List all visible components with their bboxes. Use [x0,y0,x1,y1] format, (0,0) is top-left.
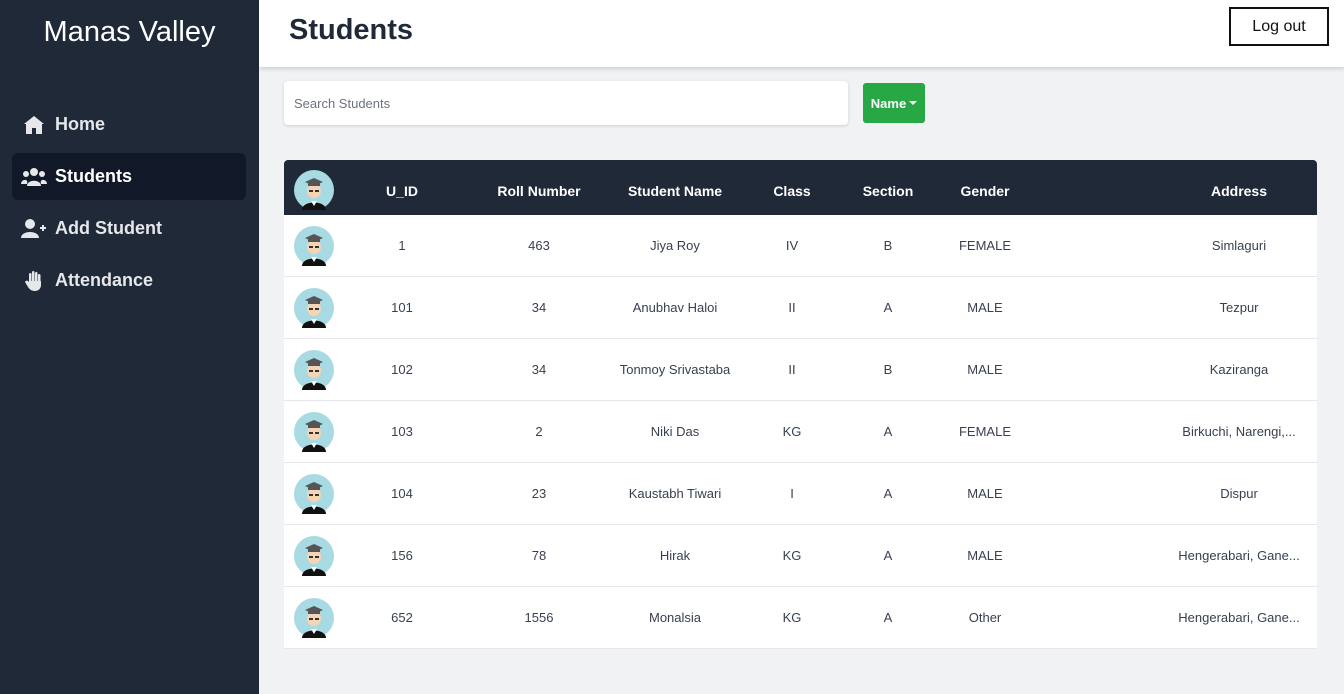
column-header-roll-number: Roll Number [497,183,581,199]
cell-section: A [883,300,893,315]
name-filter-label: Name [870,95,907,111]
cell-roll-number: 34 [531,362,547,377]
cell-address: Hengerabari, Gane... [1178,548,1300,563]
cell-student-name: Monalsia [648,610,702,625]
cell-roll-number: 34 [531,300,547,315]
search-box [284,81,848,125]
cell-student-name: Hirak [659,548,691,563]
cell-address: Dispur [1220,486,1258,501]
cell-student-name: Niki Das [650,424,700,439]
cell-class: KG [782,424,802,439]
column-header-address: Address [1210,183,1268,199]
sidebar-item-label: Add Student [55,218,162,238]
cell-roll-number: 1556 [524,610,554,625]
sidebar-item-add-student[interactable]: Add Student [12,205,246,252]
cell-uid: 101 [391,300,413,315]
cell-student-name: Anubhav Haloi [632,300,718,315]
caret-down-icon [909,101,918,105]
sidebar: Manas Valley Home Students Add Student A… [0,0,259,694]
home-icon [21,114,47,136]
sidebar-item-home[interactable]: Home [12,101,246,148]
cell-student-name: Tonmoy Srivastaba [619,362,731,377]
cell-uid: 103 [391,424,413,439]
cell-class: II [788,300,796,315]
cell-gender: FEMALE [958,238,1011,253]
student-avatar-icon [294,350,334,390]
cell-class: II [788,362,796,377]
table-row[interactable]: 1 463 Jiya Roy IV B FEMALE Simlaguri [284,215,1317,277]
cell-class: KG [782,610,802,625]
cell-section: A [883,610,893,625]
column-header-student-name: Student Name [627,183,723,199]
column-header-section: Section [862,183,914,199]
cell-uid: 652 [391,610,413,625]
cell-section: A [883,424,893,439]
sidebar-item-attendance[interactable]: Attendance [12,257,246,304]
student-avatar-icon [294,598,334,638]
student-avatar-icon [294,412,334,452]
cell-address: Tezpur [1219,300,1259,315]
sidebar-item-students[interactable]: Students [12,153,246,200]
cell-student-name: Kaustabh Tiwari [628,486,722,501]
cell-section: A [883,486,893,501]
cell-class: I [790,486,794,501]
student-avatar-icon [294,226,334,266]
table-body: 1 463 Jiya Roy IV B FEMALE Simlaguri 101 34 Anubh… [284,215,1317,649]
cell-roll-number: 78 [531,548,547,563]
cell-address: Birkuchi, Narengi,... [1182,424,1296,439]
cell-gender: MALE [967,548,1003,563]
cell-address: Simlaguri [1211,238,1267,253]
logout-button[interactable]: Log out [1229,7,1329,46]
cell-uid: 104 [391,486,413,501]
student-avatar-icon [294,288,334,328]
users-icon [21,166,47,188]
column-header-uid: U_ID [386,183,418,199]
cell-gender: MALE [967,300,1003,315]
cell-gender: MALE [967,362,1003,377]
sidebar-item-label: Students [55,166,133,186]
cell-roll-number: 2 [535,424,543,439]
student-avatar-icon [294,474,334,514]
sidebar-item-label: Attendance [55,270,154,290]
table-row[interactable]: 103 2 Niki Das KG A FEMALE Birkuchi, Narengi,.… [284,401,1317,463]
cell-address: Hengerabari, Gane... [1178,610,1300,625]
cell-section: B [883,362,893,377]
column-header-class: Class [773,183,811,199]
cell-gender: FEMALE [958,424,1011,439]
cell-gender: MALE [967,486,1003,501]
cell-uid: 1 [398,238,406,253]
cell-student-name: Jiya Roy [650,238,700,253]
search-input[interactable] [294,95,848,111]
cell-class: KG [782,548,802,563]
cell-address: Kaziranga [1209,362,1269,377]
sidebar-item-label: Home [55,114,106,134]
cell-roll-number: 463 [528,238,550,253]
cell-section: B [883,238,893,253]
user-plus-icon [21,218,47,240]
students-table: U_ID Roll Number Student Name Class Sect… [284,160,1317,649]
table-row[interactable]: 104 23 Kaustabh Tiwari I A MALE Dispur [284,463,1317,525]
table-row[interactable]: 652 1556 Monalsia KG A Other Hengerabari, Gane… [284,587,1317,649]
avatar-icon [294,170,334,210]
cell-uid: 156 [391,548,413,563]
cell-roll-number: 23 [531,486,547,501]
cell-gender: Other [968,610,1002,625]
table-row[interactable]: 156 78 Hirak KG A MALE Hengerabari, Gane... [284,525,1317,587]
column-header-gender: Gender [960,183,1010,199]
table-row[interactable]: 102 34 Tonmoy Srivastaba II B MALE Kaziranga [284,339,1317,401]
cell-class: IV [785,238,799,253]
cell-section: A [883,548,893,563]
name-filter-dropdown[interactable]: Name [863,83,925,123]
top-bar: Students Log out [259,0,1344,67]
page-title: Students [289,14,414,46]
student-avatar-icon [294,536,334,576]
table-header: U_ID Roll Number Student Name Class Sect… [284,160,1317,215]
hand-icon [21,270,47,292]
brand-title: Manas Valley [43,16,216,48]
table-row[interactable]: 101 34 Anubhav Haloi II A MALE Tezpur [284,277,1317,339]
cell-uid: 102 [391,362,413,377]
